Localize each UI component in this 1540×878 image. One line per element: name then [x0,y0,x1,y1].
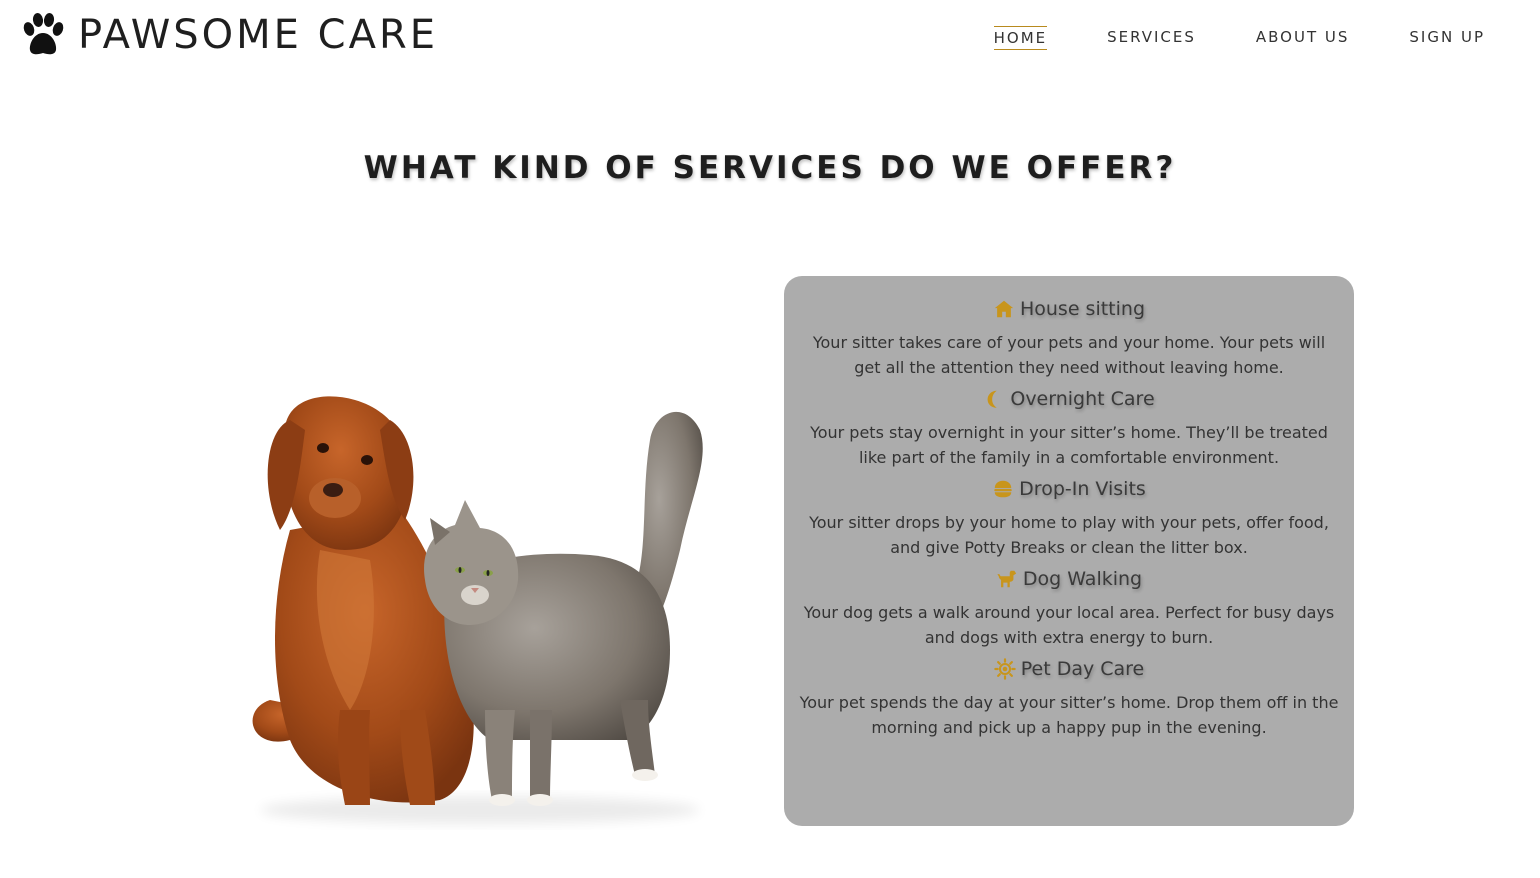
nav-services-link[interactable]: SERVICES [1107,26,1196,50]
service-title: Pet Day Care [1020,658,1145,680]
services-card: House sitting Your sitter takes care of … [784,276,1354,826]
food-bowl-icon [994,480,1012,498]
service-title: House sitting [1019,298,1146,320]
service-description: Your sitter takes care of your pets and … [812,333,1326,377]
house-icon [994,300,1014,318]
sun-icon [994,658,1016,680]
dog-icon [997,570,1017,588]
service-item: Overnight Care Your pets stay overnight … [798,388,1340,470]
service-title: Overnight Care [1010,388,1155,410]
service-item: House sitting Your sitter takes care of … [798,298,1340,380]
service-description: Your pets stay overnight in your sitter’… [810,423,1328,467]
service-title: Dog Walking [1022,568,1143,590]
service-item: Pet Day Care Your pet spends the day at … [798,658,1340,740]
brand-name: PAWSOME CARE [78,12,439,58]
dog-and-cat-photo [252,396,703,824]
nav-about-link[interactable]: ABOUT US [1256,26,1350,50]
site-header: PAWSOME CARE HOME SERVICES ABOUT US SIGN… [0,0,1540,76]
service-item: Dog Walking Your dog gets a walk around … [798,568,1340,650]
page-title: WHAT KIND OF SERVICES DO WE OFFER? [363,150,1177,186]
nav-signup-link[interactable]: SIGN UP [1409,26,1485,50]
paw-icon [23,13,64,55]
service-description: Your pet spends the day at your sitter’s… [799,693,1339,737]
service-description: Your dog gets a walk around your local a… [803,603,1335,647]
service-description: Your sitter drops by your home to play w… [809,513,1329,557]
moon-icon [987,390,998,408]
service-title: Drop-In Visits [1019,478,1146,500]
logo[interactable]: PAWSOME CARE [20,12,438,58]
main-nav: HOME SERVICES ABOUT US SIGN UP [993,26,1485,50]
service-item: Drop-In Visits Your sitter drops by your… [798,478,1340,560]
nav-home-link[interactable]: HOME [993,26,1048,50]
